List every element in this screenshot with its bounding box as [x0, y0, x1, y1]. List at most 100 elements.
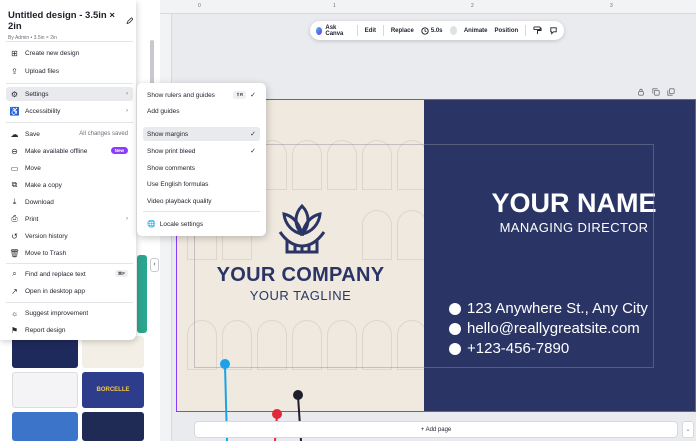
design-title[interactable]: Untitled design - 3.5in × 2in: [8, 10, 133, 32]
ruler-mark-0: 0: [198, 3, 201, 9]
menu-item-settings[interactable]: ⚙ Settings ›: [6, 87, 133, 101]
toolbar-divider: [356, 25, 358, 36]
menu-item-accessibility[interactable]: ♿ Accessibility ›: [6, 104, 133, 118]
accessibility-icon: ♿: [9, 106, 20, 116]
ask-canva-button[interactable]: Ask Canva: [316, 25, 350, 37]
menu-item-find-replace[interactable]: ⌕ Find and replace text ⌘F: [6, 267, 133, 281]
email-icon: [449, 322, 461, 335]
menu-item-download[interactable]: ⤓ Download: [6, 195, 133, 209]
menu-item-offline[interactable]: ⊖ Make available offline New: [6, 144, 133, 158]
lock-page-icon[interactable]: [637, 88, 645, 98]
clock-icon: [421, 26, 429, 35]
settings-locale[interactable]: 🌐 Locale settings: [143, 217, 260, 231]
menu-divider: [143, 211, 260, 212]
pencil-icon[interactable]: [126, 17, 133, 25]
trash-icon: 🗑: [9, 248, 20, 258]
file-menu: Untitled design - 3.5in × 2in By Admin •…: [0, 0, 136, 340]
settings-item-label: Show print bleed: [147, 147, 196, 155]
gear-icon: ⚙: [10, 89, 19, 99]
menu-item-report[interactable]: ⚑ Report design: [6, 323, 133, 337]
person-title[interactable]: MANAGING DIRECTOR: [424, 220, 695, 235]
collapse-sidebar-button[interactable]: ‹: [150, 258, 159, 272]
template-thumbnail[interactable]: [12, 336, 78, 368]
paint-roller-icon: [533, 26, 542, 35]
menu-item-label: Accessibility: [25, 107, 61, 115]
contact-phone[interactable]: +123-456-7890: [449, 340, 569, 357]
settings-item-label: Video playback quality: [147, 197, 212, 205]
template-brand-text: BORCELLE: [96, 387, 130, 393]
upload-icon: ⇪: [11, 66, 18, 76]
menu-item-upload-files[interactable]: ⇪ Upload files: [6, 64, 133, 78]
lightbulb-icon: ☼: [10, 308, 19, 318]
edit-button[interactable]: Edit: [365, 28, 376, 34]
settings-add-guides[interactable]: Add guides: [143, 104, 260, 118]
comment-icon: [550, 27, 557, 35]
menu-item-create-new-design[interactable]: ⊞ Create new design: [6, 46, 133, 60]
contact-email[interactable]: hello@reallygreatsite.com: [449, 320, 640, 337]
pages-expand-button[interactable]: ⌄: [682, 421, 694, 438]
duration-button[interactable]: 5.0s: [421, 26, 443, 35]
ruler-mark-2: 2: [471, 3, 474, 9]
add-page-icon[interactable]: [667, 88, 675, 98]
menu-item-save[interactable]: ☁ Save All changes saved: [6, 127, 133, 141]
download-icon: ⤓: [12, 197, 17, 206]
ruler-mark-3: 3: [610, 3, 613, 9]
menu-item-label: Create new design: [25, 49, 80, 57]
element-toolbar: Ask Canva Edit Replace 5.0s Animate Posi…: [310, 21, 564, 40]
company-tagline[interactable]: YOUR TAGLINE: [177, 288, 424, 303]
settings-show-margins[interactable]: Show margins ✓: [143, 127, 260, 141]
menu-divider: [6, 302, 133, 303]
person-name[interactable]: YOUR NAME: [424, 188, 695, 219]
menu-item-label: Move: [25, 164, 41, 172]
settings-item-label: Locale settings: [159, 220, 204, 228]
duplicate-page-icon[interactable]: [652, 88, 660, 98]
design-title-text: Untitled design - 3.5in × 2in: [8, 10, 115, 32]
settings-item-label: Show margins: [147, 130, 189, 138]
menu-item-make-copy[interactable]: ⧉ Make a copy: [6, 178, 133, 192]
shortcut-badge: ⇧R: [233, 91, 247, 99]
template-thumbnail[interactable]: [137, 255, 147, 333]
lotus-logo-icon[interactable]: [275, 200, 329, 260]
checkmark-icon: ✓: [250, 131, 256, 138]
menu-item-print[interactable]: ⎙ Print ›: [6, 212, 133, 226]
menu-item-open-desktop[interactable]: ↗ Open in desktop app: [6, 284, 133, 298]
transparency-button[interactable]: [449, 26, 457, 35]
comment-button[interactable]: [549, 26, 558, 35]
menu-item-label: Download: [25, 198, 54, 206]
menu-item-label: Settings: [25, 90, 49, 98]
menu-item-move[interactable]: ▭ Move: [6, 161, 133, 175]
menu-item-trash[interactable]: 🗑 Move to Trash: [6, 246, 133, 260]
replace-button[interactable]: Replace: [391, 28, 414, 34]
canva-ai-icon: [316, 26, 323, 35]
shortcut-badge: ⌘F: [114, 270, 128, 277]
company-name[interactable]: YOUR COMPANY: [177, 264, 424, 287]
contact-address[interactable]: 123 Anywhere St., Any City: [449, 300, 648, 317]
toolbar-divider: [525, 25, 526, 36]
menu-item-suggest[interactable]: ☼ Suggest improvement: [6, 306, 133, 320]
template-thumbnail[interactable]: [12, 372, 78, 408]
template-thumbnail[interactable]: BORCELLE: [82, 372, 144, 408]
template-thumbnail[interactable]: [12, 412, 78, 441]
template-thumbnail[interactable]: [82, 412, 144, 441]
copy-style-button[interactable]: [533, 26, 542, 35]
ruler-mark-1: 1: [333, 3, 336, 9]
settings-show-comments[interactable]: Show comments: [143, 161, 260, 175]
globe-icon: 🌐: [147, 221, 156, 228]
folder-icon: ▭: [10, 163, 19, 173]
menu-item-label: Suggest improvement: [25, 309, 89, 317]
animate-button[interactable]: Animate: [464, 28, 488, 34]
add-page-button[interactable]: + Add page: [194, 421, 678, 438]
position-button[interactable]: Position: [495, 28, 519, 34]
checkmark-icon: ✓: [250, 148, 256, 155]
settings-video-quality[interactable]: Video playback quality: [143, 194, 260, 208]
settings-show-rulers[interactable]: Show rulers and guides ⇧R ✓: [143, 88, 260, 102]
menu-item-label: Open in desktop app: [25, 287, 85, 295]
menu-header: Untitled design - 3.5in × 2in By Admin •…: [8, 10, 133, 41]
settings-english-formulas[interactable]: Use English formulas: [143, 177, 260, 191]
menu-item-label: Report design: [25, 326, 66, 334]
horizontal-ruler: 0 1 2 3: [160, 0, 696, 14]
menu-item-version-history[interactable]: ↺ Version history: [6, 229, 133, 243]
settings-show-print-bleed[interactable]: Show print bleed ✓: [143, 144, 260, 158]
template-thumbnail[interactable]: [82, 336, 144, 368]
location-pin-icon: [449, 302, 461, 315]
